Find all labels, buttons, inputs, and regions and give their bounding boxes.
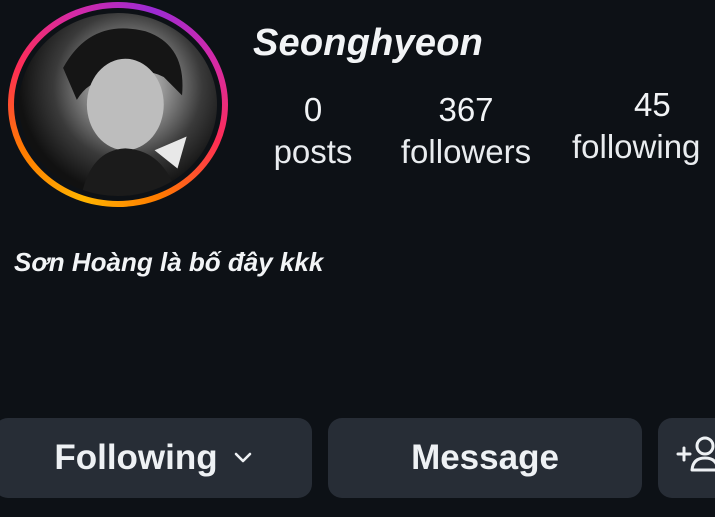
avatar-photo: [63, 28, 187, 196]
add-user-icon: [676, 434, 715, 483]
stat-followers[interactable]: 367 followers: [386, 90, 546, 174]
following-button-label: Following: [54, 438, 218, 477]
profile-bio: Sơn Hoàng là bố đây kkk: [14, 247, 324, 277]
posts-label: posts: [273, 133, 353, 170]
message-button[interactable]: Message: [328, 418, 642, 498]
following-count: 45: [634, 86, 671, 123]
followers-count: 367: [438, 91, 494, 128]
chevron-down-icon: [234, 452, 252, 464]
following-button[interactable]: Following: [0, 418, 312, 498]
story-ring[interactable]: [8, 2, 228, 207]
message-button-label: Message: [411, 438, 559, 477]
stat-posts[interactable]: 0 posts: [263, 90, 363, 174]
avatar[interactable]: [19, 13, 217, 196]
suggest-users-button[interactable]: [658, 418, 715, 498]
followers-label: followers: [400, 133, 532, 170]
profile-username: Seonghyeon: [253, 22, 484, 64]
posts-count: 0: [303, 91, 323, 128]
stat-following[interactable]: 45 following: [572, 85, 715, 169]
following-label: following: [572, 128, 701, 165]
